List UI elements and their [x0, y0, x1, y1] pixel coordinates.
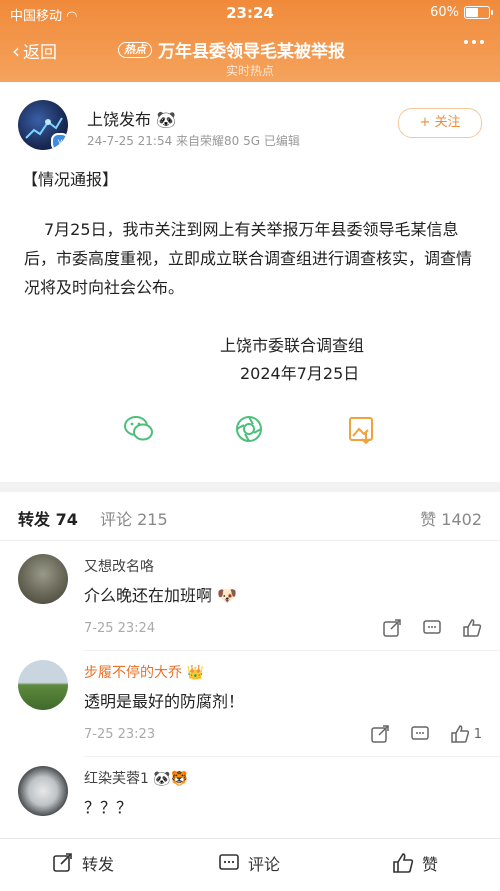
like-icon[interactable] [450, 724, 470, 744]
comment-icon[interactable] [410, 724, 430, 744]
like-group[interactable]: 1 [450, 724, 482, 744]
repost-label: 转发 [82, 855, 115, 874]
moments-icon[interactable] [232, 412, 266, 446]
comment-time: 7-25 23:23 [84, 727, 156, 742]
wechat-icon[interactable] [122, 412, 156, 446]
post-card: v 上饶发布 🐼 24-7-25 21:54 来自荣耀80 5G 已编辑 + 关… [0, 82, 500, 482]
subtitle: 实时热点 [225, 64, 274, 78]
post-header: 【情况通报】 [22, 170, 119, 189]
vip-badge-icon: 👑 [186, 665, 204, 681]
page-title: 热点 万年县委领导毛某被举报 [118, 37, 345, 62]
commenter-name[interactable]: 步履不停的大乔 👑 [84, 662, 204, 682]
comment-text: ？？？ [84, 798, 133, 817]
nav-bar: ‹ 返回 热点 万年县委领导毛某被举报 实时热点 [0, 34, 500, 78]
title-text: 万年县委领导毛某被举报 [158, 42, 345, 62]
battery-icon [464, 6, 493, 19]
comment-actions [382, 618, 482, 638]
battery-indicator: 60% [430, 5, 493, 20]
comment-icon [219, 854, 239, 870]
tab-comment[interactable]: 评论 215 [100, 506, 168, 530]
repost-icon[interactable] [370, 724, 390, 744]
author-avatar[interactable]: v [18, 100, 68, 150]
like-icon [393, 853, 414, 873]
dot-icon [480, 40, 484, 44]
section-divider [0, 482, 500, 492]
comment-label: 评论 [248, 855, 281, 874]
back-label: 返回 [23, 43, 57, 63]
comment-text: 透明是最好的防腐剂！ [84, 692, 245, 711]
more-button[interactable] [464, 40, 484, 44]
comment-divider [84, 756, 500, 757]
comment-actions: 1 [370, 724, 482, 744]
back-button[interactable]: ‹ 返回 [12, 38, 57, 64]
author-name[interactable]: 上饶发布 🐼 [87, 106, 176, 130]
tab-divider [0, 540, 500, 541]
dot-icon [472, 40, 476, 44]
repost-icon[interactable] [382, 618, 402, 638]
status-bar: 中国移动 ◠ 23:24 60% [0, 3, 500, 25]
hot-badge: 热点 [118, 41, 152, 58]
commenter-avatar[interactable] [18, 766, 68, 816]
repost-icon [53, 853, 72, 872]
dot-icon [464, 40, 468, 44]
commenter-avatar[interactable] [18, 554, 68, 604]
clock: 23:24 [226, 4, 274, 22]
post-date: 2024年7月25日 [240, 364, 360, 383]
panda-icon: 🐼 [153, 771, 171, 787]
commenter-name[interactable]: 又想改名咯 [84, 556, 154, 576]
follow-button[interactable]: + 关注 [398, 108, 482, 138]
comment-time: 7-25 23:24 [84, 621, 156, 636]
tab-repost[interactable]: 转发 74 [18, 506, 78, 530]
like-count: 1 [473, 726, 482, 742]
panda-icon: 🐼 [156, 110, 177, 129]
tab-like[interactable]: 赞 1402 [420, 506, 482, 530]
interaction-tabs: 转发 74 评论 215 赞 1402 [0, 500, 500, 536]
bottom-action-bar: 转发 评论 赞 [0, 838, 500, 891]
comment-text: 介么晚还在加班啊 🐶 [84, 586, 238, 605]
post-meta: 24-7-25 21:54 来自荣耀80 5G 已编辑 [87, 134, 300, 148]
comment-button[interactable]: 评论 [218, 851, 280, 875]
like-button[interactable]: 赞 [392, 851, 438, 875]
doge-emoji: 🐶 [217, 586, 238, 605]
post-signature: 上饶市委联合调查组 [220, 336, 365, 355]
save-image-icon[interactable] [344, 412, 378, 446]
repost-button[interactable]: 转发 [52, 851, 114, 875]
like-icon[interactable] [462, 618, 482, 638]
comment-divider [84, 650, 500, 651]
like-label: 赞 [422, 855, 439, 874]
post-body: 7月25日，我市关注到网上有关举报万年县委领导毛某信息后，市委高度重视，立即成立… [24, 220, 473, 297]
badge-icon: 🐯 [170, 771, 189, 787]
commenter-avatar[interactable] [18, 660, 68, 710]
verified-icon: v [51, 133, 68, 150]
battery-percent: 60% [430, 5, 459, 20]
commenter-name[interactable]: 红染芙蓉1 🐼🐯 [84, 768, 188, 788]
chevron-left-icon: ‹ [12, 38, 20, 63]
comment-icon[interactable] [422, 618, 442, 638]
